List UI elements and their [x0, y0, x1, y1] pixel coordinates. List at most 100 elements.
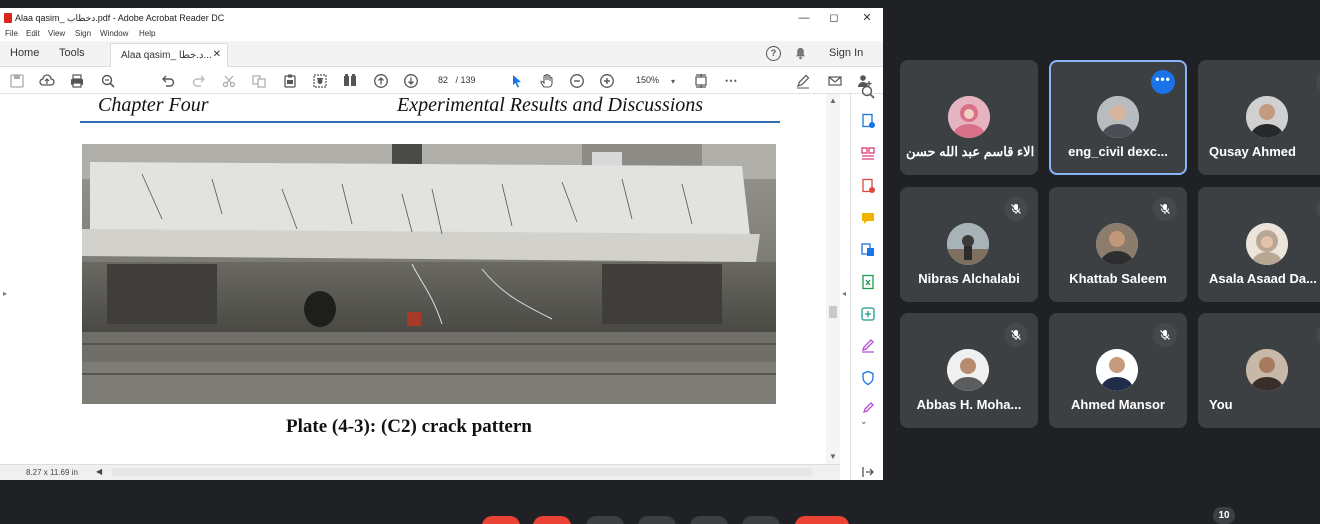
chapter-heading: Chapter Four: [98, 94, 209, 116]
organize-panel-icon[interactable]: [860, 146, 876, 162]
maximize-button[interactable]: ◻: [819, 10, 849, 26]
avatar: [947, 349, 989, 391]
mic-toggle-button[interactable]: [482, 516, 520, 524]
total-pages: / 139: [455, 75, 476, 85]
participant-tile-5[interactable]: Khattab Saleem: [1049, 187, 1187, 302]
help-icon[interactable]: ?: [766, 46, 781, 61]
fill-sign-icon[interactable]: [860, 338, 876, 354]
panel-scroll-down-icon[interactable]: ⌄: [860, 416, 876, 432]
search-zoom-panel-icon[interactable]: [860, 84, 876, 100]
menu-file[interactable]: File: [5, 29, 18, 38]
sign-in-link[interactable]: Sign In: [829, 47, 863, 59]
avatar: [1097, 96, 1139, 138]
zoom-dropdown-chevron-icon[interactable]: ▾: [664, 72, 682, 90]
copy-icon[interactable]: [250, 72, 268, 90]
mic-off-icon: [1153, 197, 1177, 221]
avatar: [1246, 223, 1288, 265]
export-excel-icon[interactable]: [860, 274, 876, 290]
upload-cloud-icon[interactable]: [38, 72, 56, 90]
comment-icon[interactable]: [860, 210, 876, 226]
screenshot-camera-icon[interactable]: [311, 72, 329, 90]
export-pdf-icon[interactable]: [860, 113, 876, 129]
edit-pdf-icon[interactable]: [860, 242, 876, 258]
compress-pdf-icon[interactable]: [860, 306, 876, 322]
print-icon[interactable]: [68, 72, 86, 90]
next-page-icon[interactable]: [402, 72, 420, 90]
sign-pen-icon[interactable]: [794, 72, 812, 90]
participant-tile-1[interactable]: الاء قاسم عبد الله حسن: [900, 60, 1038, 175]
participant-tile-2[interactable]: ••• eng_civil dexc...: [1049, 60, 1187, 175]
menu-edit[interactable]: Edit: [26, 29, 40, 38]
title-bar: Alaa qasim_ دخطاب.pdf - Adobe Acrobat Re…: [0, 8, 883, 28]
clipboard-paste-icon[interactable]: [281, 72, 299, 90]
raise-hand-button[interactable]: [638, 516, 676, 524]
participant-name: Qusay Ahmed: [1209, 144, 1296, 159]
participant-name: Asala Asaad Da...: [1209, 271, 1317, 286]
collapse-panel-icon[interactable]: [860, 464, 876, 480]
plate-caption: Plate (4-3): (C2) crack pattern: [286, 416, 532, 437]
end-call-button[interactable]: [795, 516, 849, 524]
page-dimensions: 8.27 x 11.69 in: [26, 468, 78, 477]
scroll-left-icon[interactable]: ◀: [96, 467, 102, 476]
zoom-level-select[interactable]: 150%: [636, 75, 659, 85]
select-pointer-icon[interactable]: [508, 72, 526, 90]
previous-page-icon[interactable]: [372, 72, 390, 90]
participant-tile-4[interactable]: Nibras Alchalabi: [900, 187, 1038, 302]
horizontal-scrollbar[interactable]: [112, 468, 812, 476]
participant-tile-self[interactable]: You: [1198, 313, 1320, 428]
more-options-button[interactable]: [742, 516, 780, 524]
menu-sign[interactable]: Sign: [75, 29, 91, 38]
scroll-up-icon[interactable]: ▲: [829, 96, 837, 105]
close-tab-icon[interactable]: ✕: [213, 49, 221, 60]
tab-tools[interactable]: Tools: [59, 47, 85, 59]
save-icon[interactable]: [8, 72, 26, 90]
status-bar: 8.27 x 11.69 in ◀: [0, 464, 840, 480]
menu-help[interactable]: Help: [139, 29, 155, 38]
create-pdf-icon[interactable]: [860, 178, 876, 194]
camera-toggle-button[interactable]: [533, 516, 571, 524]
email-envelope-icon[interactable]: [826, 72, 844, 90]
right-tools-panel: ◂ ⌄: [842, 85, 883, 480]
participant-tile-7[interactable]: Abbas H. Moha...: [900, 313, 1038, 428]
document-view[interactable]: ▸ Chapter Four Experimental Results and …: [0, 94, 850, 480]
tab-home[interactable]: Home: [10, 47, 39, 59]
menu-window[interactable]: Window: [100, 29, 128, 38]
zoom-out-icon[interactable]: [568, 72, 586, 90]
menu-view[interactable]: View: [48, 29, 65, 38]
participant-name: Nibras Alchalabi: [918, 271, 1020, 286]
undo-icon[interactable]: [159, 72, 177, 90]
vertical-scrollbar[interactable]: ▲ ▼: [826, 94, 840, 464]
participant-tile-6[interactable]: Asala Asaad Da...: [1198, 187, 1320, 302]
redo-icon[interactable]: [190, 72, 208, 90]
fit-page-icon[interactable]: [692, 72, 710, 90]
mic-off-icon: [1153, 323, 1177, 347]
zoom-in-icon[interactable]: [598, 72, 616, 90]
more-tools-pen-icon[interactable]: [860, 400, 876, 416]
protect-shield-icon[interactable]: [860, 370, 876, 386]
captions-button[interactable]: [586, 516, 624, 524]
close-button[interactable]: ✕: [852, 10, 882, 26]
screen: Alaa qasim_ دخطاب.pdf - Adobe Acrobat Re…: [0, 0, 1320, 524]
zoom-search-icon[interactable]: [99, 72, 117, 90]
participant-count-badge: 10: [1213, 507, 1235, 524]
participant-tile-8[interactable]: Ahmed Mansor: [1049, 313, 1187, 428]
organize-pages-icon[interactable]: [341, 72, 359, 90]
left-panel-toggle-icon[interactable]: ▸: [3, 289, 7, 298]
notification-bell-icon[interactable]: [794, 47, 807, 60]
hand-tool-icon[interactable]: [538, 72, 556, 90]
minimize-button[interactable]: —: [789, 10, 819, 26]
current-page-input[interactable]: 82: [438, 75, 448, 85]
window-title: Alaa qasim_ دخطاب.pdf - Adobe Acrobat Re…: [15, 13, 225, 23]
more-options-icon[interactable]: •••: [1151, 70, 1175, 94]
avatar: [1096, 349, 1138, 391]
section-heading: Experimental Results and Discussions: [397, 94, 704, 116]
participant-tile-3[interactable]: Qusay Ahmed: [1198, 60, 1320, 175]
present-button[interactable]: [690, 516, 728, 524]
scroll-thumb[interactable]: [829, 306, 837, 318]
header-rule: [80, 121, 780, 123]
more-tools-icon[interactable]: ⋯: [722, 72, 740, 90]
cut-scissors-icon[interactable]: [220, 72, 238, 90]
tab-document[interactable]: Alaa qasim_ د.خطا... ✕: [110, 43, 228, 67]
right-panel-toggle-icon[interactable]: ◂: [842, 289, 846, 298]
scroll-down-icon[interactable]: ▼: [829, 452, 837, 461]
